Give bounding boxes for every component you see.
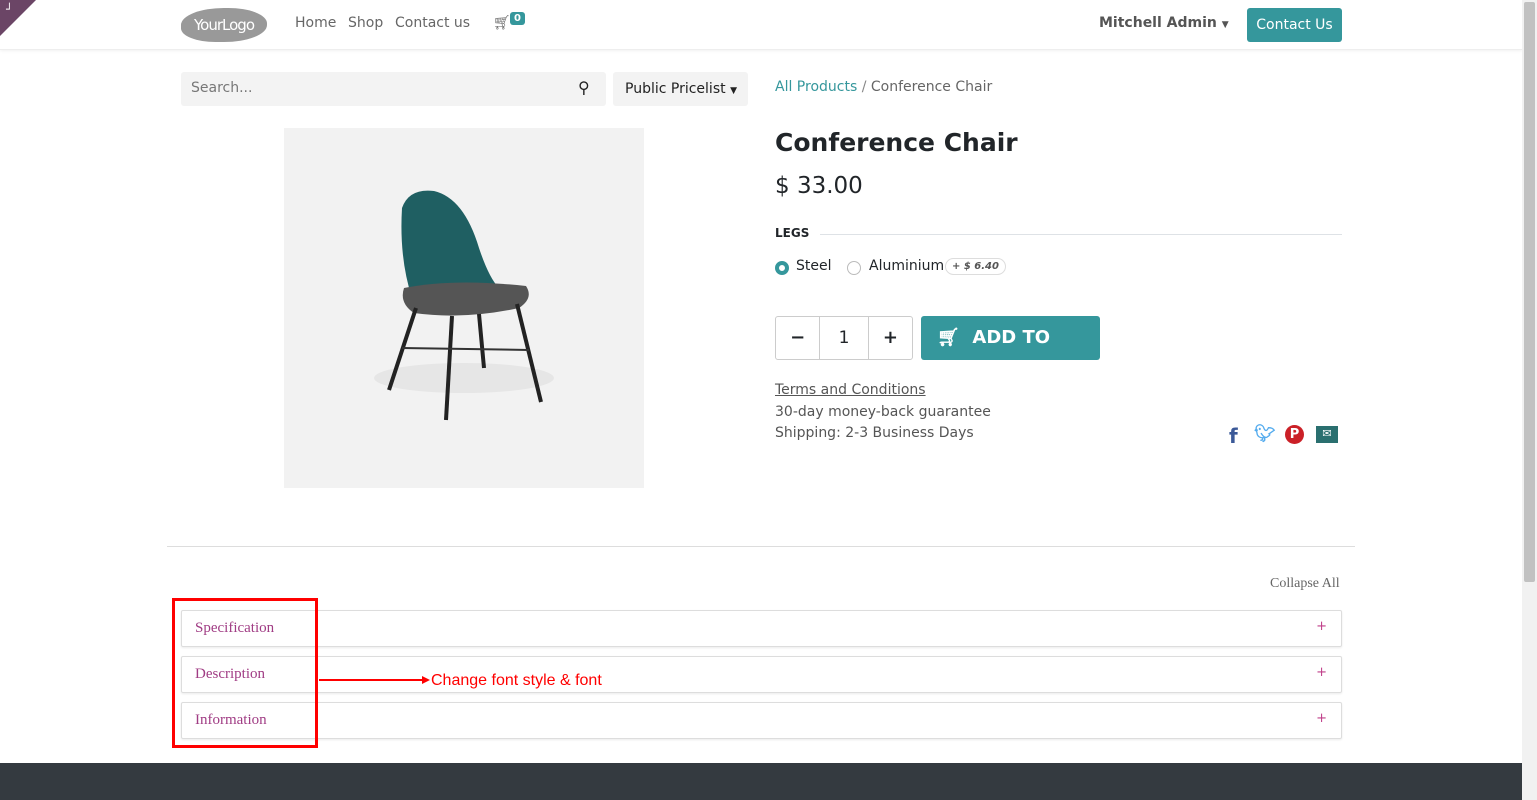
increase-button[interactable]: + <box>869 317 912 359</box>
divider <box>820 234 1342 235</box>
annotation-box <box>172 598 318 748</box>
plus-icon[interactable]: + <box>1316 619 1327 634</box>
quantity-input[interactable]: 1 <box>819 317 869 359</box>
nav-home[interactable]: Home <box>295 15 336 31</box>
pricelist-dropdown[interactable]: Public Pricelist ▼ <box>613 72 748 106</box>
search-input[interactable]: Search... ⚲ <box>181 72 606 106</box>
option-aluminium[interactable]: Aluminium <box>869 258 944 274</box>
section-divider <box>167 546 1355 547</box>
attribute-label: LEGS <box>775 226 810 240</box>
product-price: $ 33.00 <box>775 173 863 199</box>
breadcrumb-all-products[interactable]: All Products <box>775 79 857 95</box>
cart-icon[interactable]: 🛒︎ <box>493 15 511 31</box>
nav-shop[interactable]: Shop <box>348 15 383 31</box>
product-name: Conference Chair <box>775 128 1018 157</box>
user-name: Mitchell Admin <box>1099 15 1217 31</box>
decrease-button[interactable]: − <box>776 317 819 359</box>
accordion-information[interactable]: Information + <box>181 702 1342 739</box>
pinterest-icon[interactable]: P <box>1285 425 1304 444</box>
search-placeholder: Search... <box>191 80 253 96</box>
nav-contact[interactable]: Contact us <box>395 15 470 31</box>
twitter-icon[interactable]: 🐦︎ <box>1254 424 1276 444</box>
email-icon[interactable]: ✉ <box>1316 426 1338 443</box>
extra-price-badge: + $ 6.40 <box>945 258 1006 275</box>
scrollbar-thumb[interactable] <box>1524 2 1535 582</box>
arrowhead-icon <box>422 676 430 684</box>
annotation-text: Change font style & font <box>431 672 602 689</box>
accordion-specification[interactable]: Specification + <box>181 610 1342 647</box>
guarantee-text: 30-day money-back guarantee <box>775 404 991 420</box>
user-menu[interactable]: Mitchell Admin ▼ <box>1099 15 1229 31</box>
breadcrumb-separator: / <box>861 79 867 95</box>
radio-steel[interactable] <box>775 261 789 275</box>
add-to-cart-button[interactable]: 🛒︎ ADD TO CART <box>921 316 1100 392</box>
pricelist-label: Public Pricelist <box>625 81 726 97</box>
caret-down-icon: ▼ <box>730 86 737 96</box>
shipping-text: Shipping: 2-3 Business Days <box>775 425 974 441</box>
facebook-icon[interactable]: f <box>1229 424 1238 448</box>
corner-arrow-icon[interactable]: ┘ <box>6 3 13 16</box>
option-steel[interactable]: Steel <box>796 258 832 274</box>
contact-us-button[interactable]: Contact Us <box>1247 8 1342 42</box>
collapse-all-link[interactable]: Collapse All <box>1270 576 1340 592</box>
search-icon[interactable]: ⚲ <box>578 78 590 97</box>
accordion-description[interactable]: Description + <box>181 656 1342 693</box>
logo[interactable]: YourLogo <box>181 8 267 42</box>
terms-link[interactable]: Terms and Conditions <box>775 382 926 398</box>
chair-image <box>374 190 554 421</box>
annotation-arrow <box>319 679 424 681</box>
product-image[interactable] <box>284 128 644 488</box>
radio-aluminium[interactable] <box>847 261 861 275</box>
plus-icon[interactable]: + <box>1316 665 1327 680</box>
cart-badge: 0 <box>510 12 525 25</box>
cart-icon: 🛒︎ <box>937 327 960 348</box>
footer <box>0 763 1522 800</box>
plus-icon[interactable]: + <box>1316 711 1327 726</box>
breadcrumb: All Products / Conference Chair <box>775 79 992 95</box>
caret-down-icon: ▼ <box>1221 20 1229 30</box>
breadcrumb-current: Conference Chair <box>870 79 993 95</box>
quantity-stepper[interactable]: − 1 + <box>775 316 913 360</box>
